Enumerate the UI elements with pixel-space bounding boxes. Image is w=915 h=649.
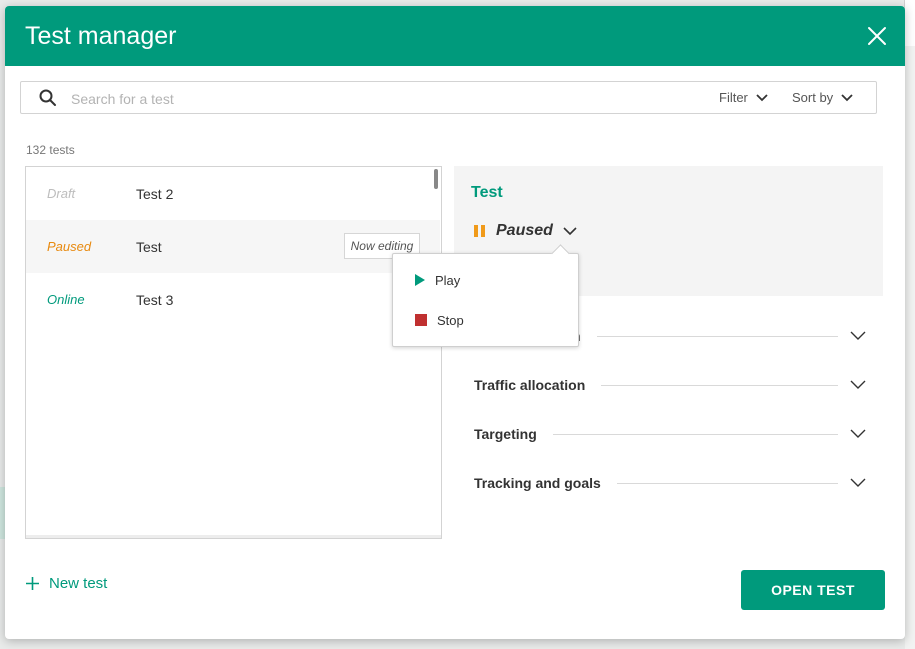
test-name: Test 2	[136, 186, 174, 202]
background-page	[905, 0, 915, 649]
accordion-label: Traffic allocation	[474, 377, 586, 393]
test-row-paused[interactable]: Paused Test Now editing	[26, 220, 440, 273]
new-test-label: New test	[49, 575, 108, 592]
open-test-button[interactable]: OPEN TEST	[741, 570, 885, 610]
filter-label: Filter	[719, 90, 748, 105]
background-tab	[904, 0, 915, 46]
accordion-traffic-allocation[interactable]: Traffic allocation	[474, 373, 866, 397]
test-title: Test	[471, 184, 503, 201]
menu-item-label: Play	[435, 272, 461, 288]
chevron-down-icon	[756, 93, 768, 101]
test-list: Draft Test 2 Paused Test Now editing Onl…	[25, 166, 442, 539]
accordion-label: Targeting	[474, 426, 537, 442]
test-status: Paused	[47, 239, 92, 254]
test-row-draft[interactable]: Draft Test 2	[26, 167, 440, 220]
test-row-online[interactable]: Online Test 3	[26, 273, 440, 326]
search-input[interactable]	[69, 88, 633, 110]
accordion-label: Tracking and goals	[474, 475, 601, 491]
accordion-divider	[596, 335, 838, 337]
sort-dropdown[interactable]: Sort by	[792, 90, 853, 105]
chevron-down-icon	[841, 93, 853, 101]
stop-icon	[415, 314, 427, 326]
new-test-button[interactable]: New test	[25, 575, 107, 592]
chevron-down-icon	[563, 226, 577, 235]
accordion-targeting[interactable]: Targeting	[474, 422, 866, 446]
status-label: Paused	[496, 222, 553, 239]
test-name: Test 3	[136, 292, 174, 308]
chevron-down-icon	[850, 478, 866, 487]
search-bar: Filter Sort by	[20, 81, 877, 114]
accordion-divider	[552, 433, 838, 435]
test-manager-modal: Test manager Filter Sort by 132 tests Dr…	[5, 6, 905, 639]
status-menu: Play Stop	[392, 244, 579, 347]
close-button[interactable]	[865, 24, 889, 48]
accordion-tracking-and-goals[interactable]: Tracking and goals	[474, 471, 866, 495]
chevron-down-icon	[850, 429, 866, 438]
status-dropdown[interactable]: Paused	[474, 222, 577, 240]
menu-item-stop[interactable]: Stop	[415, 309, 464, 331]
accordion-divider	[616, 482, 838, 484]
modal-header: Test manager	[5, 6, 905, 66]
test-status: Online	[47, 292, 85, 307]
search-icon	[39, 89, 56, 106]
chevron-down-icon	[850, 331, 866, 340]
menu-item-label: Stop	[437, 312, 464, 328]
filter-dropdown[interactable]: Filter	[719, 90, 768, 105]
test-name: Test	[136, 239, 162, 255]
pause-icon	[474, 225, 485, 237]
list-bottom-edge	[26, 535, 441, 538]
play-icon	[415, 274, 425, 286]
test-count: 132 tests	[26, 143, 75, 157]
test-status: Draft	[47, 186, 76, 201]
menu-item-play[interactable]: Play	[415, 269, 460, 291]
plus-icon	[26, 577, 39, 590]
sort-label: Sort by	[792, 90, 834, 105]
accordion-divider	[601, 384, 838, 386]
chevron-down-icon	[850, 380, 866, 389]
modal-title: Test manager	[25, 22, 177, 50]
close-icon	[868, 27, 886, 45]
